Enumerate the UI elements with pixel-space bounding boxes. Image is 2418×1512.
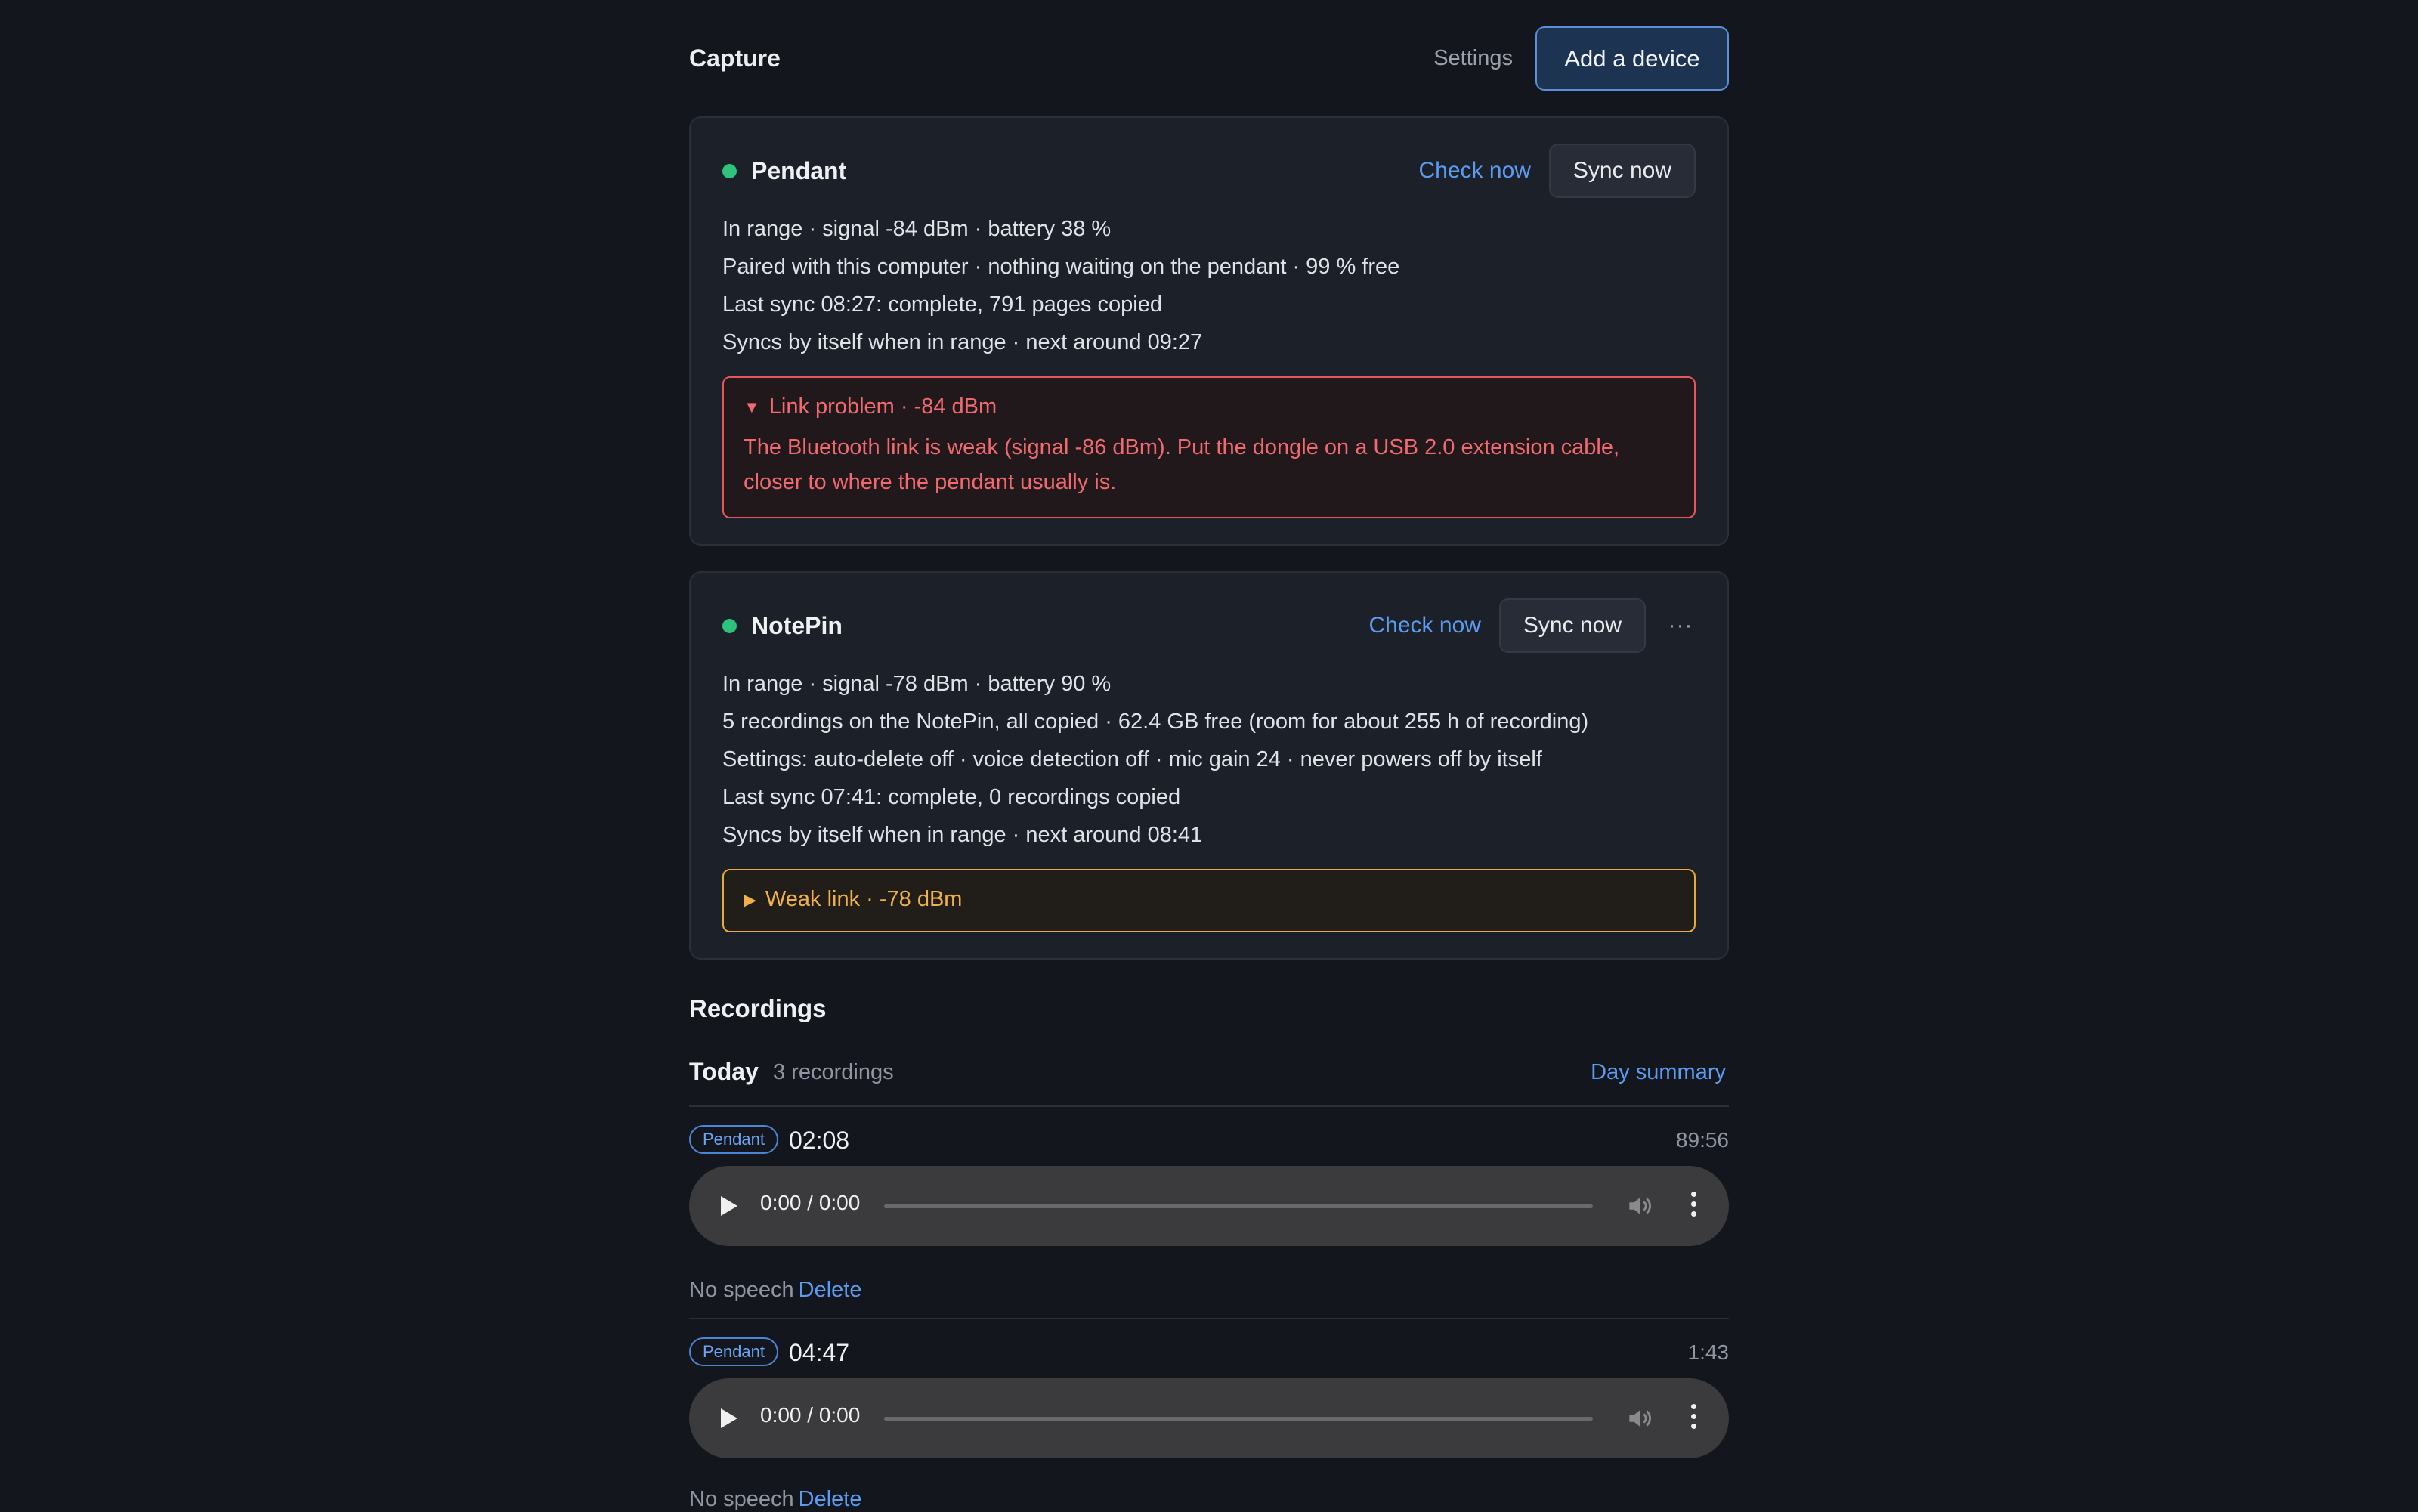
recording-duration: 89:56 xyxy=(1675,1128,1729,1152)
device-status-line: Syncs by itself when in range · next aro… xyxy=(722,823,1203,847)
device-name: Pendant xyxy=(751,157,847,184)
device-status-line: Settings: auto-delete off · voice detect… xyxy=(722,747,1542,771)
device-card-header: Pendant Check now Sync now xyxy=(722,118,1696,225)
device-status-line: In range · signal -84 dBm · battery 38 % xyxy=(722,217,1112,241)
seek-bar[interactable] xyxy=(884,1417,1593,1421)
check-now-link[interactable]: Check now xyxy=(1369,613,1481,639)
app-header: Capture Settings Add a device xyxy=(689,0,1729,116)
device-info: In range · signal -84 dBm · battery 38 %… xyxy=(722,210,1696,361)
capture-page: Capture Settings Add a device Pendant Ch… xyxy=(689,0,1729,1511)
device-actions: Check now Sync now xyxy=(1419,144,1696,198)
recording-duration: 1:43 xyxy=(1687,1340,1730,1364)
device-card-notepin: NotePin Check now Sync now ··· In range … xyxy=(689,571,1729,960)
weak-link-alert[interactable]: ▶ Weak link · -78 dBm xyxy=(722,869,1696,932)
recording-meta: Pendant 04:47 1:43 xyxy=(689,1337,1729,1368)
recording-time: 02:08 xyxy=(789,1127,850,1154)
device-tag: Pendant xyxy=(689,1125,778,1154)
status-dot-icon xyxy=(722,164,737,178)
settings-link[interactable]: Settings xyxy=(1433,46,1513,71)
recording-item: Pendant 02:08 89:56 0:00 / 0:00 No speec… xyxy=(689,1105,1729,1317)
device-status-line: 5 recordings on the NotePin, all copied … xyxy=(722,710,1589,734)
triangle-right-icon: ▶ xyxy=(744,889,756,909)
volume-icon[interactable] xyxy=(1625,1192,1653,1220)
device-tag: Pendant xyxy=(689,1337,778,1366)
delete-link[interactable]: Delete xyxy=(799,1487,862,1511)
add-device-button[interactable]: Add a device xyxy=(1535,26,1729,91)
device-status-line: Paired with this computer · nothing wait… xyxy=(722,255,1400,279)
day-label: Today xyxy=(689,1058,759,1085)
speech-status: No speech xyxy=(689,1278,794,1302)
audio-player: 0:00 / 0:00 xyxy=(689,1166,1729,1246)
device-name: NotePin xyxy=(751,612,843,639)
player-time: 0:00 / 0:00 xyxy=(760,1191,861,1214)
status-dot-icon xyxy=(722,619,737,633)
link-problem-alert: ▼ Link problem · -84 dBm The Bluetooth l… xyxy=(722,376,1696,518)
delete-link[interactable]: Delete xyxy=(799,1278,862,1302)
sync-now-button[interactable]: Sync now xyxy=(1548,144,1696,198)
player-time: 0:00 / 0:00 xyxy=(760,1403,861,1427)
day-summary-link[interactable]: Day summary xyxy=(1591,1060,1726,1085)
check-now-link[interactable]: Check now xyxy=(1419,158,1531,184)
player-menu-icon[interactable] xyxy=(1690,1192,1697,1220)
alert-title: Weak link · -78 dBm xyxy=(765,887,963,911)
alert-toggle[interactable]: ▶ Weak link · -78 dBm xyxy=(744,887,1674,912)
device-status-line: Last sync 07:41: complete, 0 recordings … xyxy=(722,785,1181,809)
recording-time: 04:47 xyxy=(789,1339,850,1366)
recording-count: 3 recordings xyxy=(773,1060,894,1084)
triangle-down-icon: ▼ xyxy=(744,397,760,416)
day-header: Today 3 recordings Day summary xyxy=(689,1058,1729,1094)
sync-now-button[interactable]: Sync now xyxy=(1498,598,1646,653)
recording-item: Pendant 04:47 1:43 0:00 / 0:00 No speech… xyxy=(689,1318,1729,1511)
recordings-heading: Recordings xyxy=(689,994,827,1022)
speech-status: No speech xyxy=(689,1487,794,1511)
device-card-pendant: Pendant Check now Sync now In range · si… xyxy=(689,116,1729,546)
alert-body: The Bluetooth link is weak (signal -86 d… xyxy=(744,435,1620,494)
play-icon[interactable] xyxy=(721,1196,737,1216)
seek-bar[interactable] xyxy=(884,1204,1593,1208)
alert-title: Link problem · -84 dBm xyxy=(768,394,997,419)
recording-footer: No speech Delete xyxy=(689,1487,861,1512)
audio-player: 0:00 / 0:00 xyxy=(689,1378,1729,1458)
more-options-icon[interactable]: ··· xyxy=(1665,613,1696,639)
device-status-line: Last sync 08:27: complete, 791 pages cop… xyxy=(722,292,1162,317)
page-title: Capture xyxy=(689,45,781,72)
header-actions: Settings Add a device xyxy=(1433,26,1729,91)
volume-icon[interactable] xyxy=(1625,1404,1653,1433)
device-card-header: NotePin Check now Sync now ··· xyxy=(722,573,1696,680)
alert-toggle[interactable]: ▼ Link problem · -84 dBm xyxy=(744,394,1674,419)
player-menu-icon[interactable] xyxy=(1690,1404,1697,1433)
recording-meta: Pendant 02:08 89:56 xyxy=(689,1125,1729,1155)
device-info: In range · signal -78 dBm · battery 90 %… xyxy=(722,665,1696,854)
recording-footer: No speech Delete xyxy=(689,1278,861,1303)
device-status-line: In range · signal -78 dBm · battery 90 % xyxy=(722,672,1112,696)
device-actions: Check now Sync now ··· xyxy=(1369,598,1696,653)
device-status-line: Syncs by itself when in range · next aro… xyxy=(722,330,1203,354)
play-icon[interactable] xyxy=(721,1408,737,1428)
